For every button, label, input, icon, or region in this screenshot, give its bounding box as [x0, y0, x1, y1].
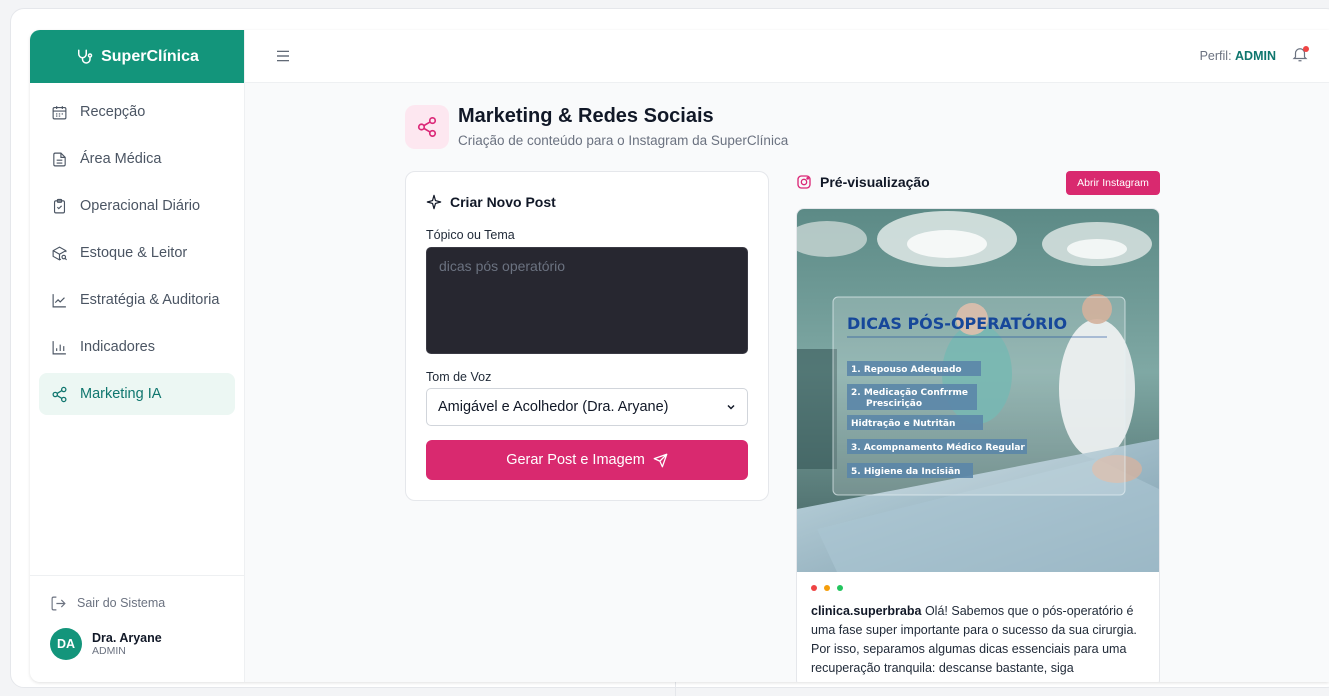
tone-select-value: Amigável e Acolhedor (Dra. Aryane): [438, 399, 669, 415]
post-username: clinica.superbraba: [811, 604, 922, 618]
instagram-icon: [797, 175, 811, 189]
stethoscope-icon: [78, 49, 93, 64]
sidebar-item-estoque[interactable]: Estoque & Leitor: [39, 232, 235, 274]
send-icon: [653, 453, 668, 467]
dot-red: [811, 585, 817, 591]
sidebar-item-indicadores[interactable]: Indicadores: [39, 326, 235, 368]
overlay-title: DICAS PÓS-OPERATÓRIO: [847, 314, 1067, 333]
overlay-tip-3: Hidtração e Nutritãn: [851, 419, 955, 429]
share-icon: [52, 386, 67, 402]
sparkle-icon: [426, 194, 442, 210]
logout-button[interactable]: Sair do Sistema: [50, 588, 245, 618]
profile-indicator: Perfil: ADMIN: [1200, 49, 1276, 63]
sidebar-item-label: Operacional Diário: [80, 198, 201, 214]
post-caption: clinica.superbraba Olá! Sabemos que o pó…: [811, 602, 1151, 678]
overlay-tip-5: 5. Higiene da Incisiãn: [851, 467, 960, 477]
tone-label: Tom de Voz: [426, 370, 492, 384]
app-window: SuperClínica Recepção Área Médica Operac…: [30, 30, 1329, 682]
page-subtitle: Criação de conteúdo para o Instagram da …: [458, 133, 789, 148]
user-name: Dra. Aryane: [92, 631, 162, 645]
sidebar-item-label: Recepção: [80, 104, 146, 120]
page-icon: [405, 105, 449, 149]
sidebar-item-recepcao[interactable]: Recepção: [39, 91, 235, 133]
dot-yellow: [824, 585, 830, 591]
sidebar-item-label: Área Médica: [80, 151, 162, 167]
calendar-icon: [52, 105, 67, 119]
post-image: DICAS PÓS-OPERATÓRIO 1. Repouso Adequado…: [797, 209, 1159, 572]
card-title: Criar Novo Post: [426, 194, 556, 210]
create-post-card: Criar Novo Post Tópico ou Tema Tom de Vo…: [405, 171, 769, 501]
generate-button-label: Gerar Post e Imagem: [506, 452, 645, 468]
overlay-tip-1: 1. Repouso Adequado: [851, 365, 962, 375]
brand-header[interactable]: SuperClínica: [30, 30, 244, 83]
sidebar-item-estrategia[interactable]: Estratégia & Auditoria: [39, 279, 235, 321]
share-icon: [417, 117, 437, 137]
sidebar-item-marketing[interactable]: Marketing IA: [39, 373, 235, 415]
topic-label: Tópico ou Tema: [426, 228, 515, 242]
sidebar-nav: Recepção Área Médica Operacional Diário …: [30, 83, 244, 415]
tone-select[interactable]: Amigável e Acolhedor (Dra. Aryane): [426, 388, 748, 426]
chevron-down-icon: [727, 404, 735, 410]
topbar: Perfil: ADMIN: [245, 30, 1329, 83]
logout-label: Sair do Sistema: [77, 596, 166, 610]
brand-name: SuperClínica: [101, 47, 199, 65]
page-title: Marketing & Redes Sociais: [458, 105, 714, 127]
sidebar-item-area-medica[interactable]: Área Médica: [39, 138, 235, 180]
preview-title: Pré-visualização: [820, 174, 930, 190]
sidebar-item-label: Estoque & Leitor: [80, 245, 188, 261]
line-chart-icon: [52, 293, 66, 307]
sidebar-item-label: Estratégia & Auditoria: [80, 292, 220, 308]
logout-icon: [51, 596, 66, 610]
sidebar-item-operacional[interactable]: Operacional Diário: [39, 185, 235, 227]
sidebar: SuperClínica Recepção Área Médica Operac…: [30, 30, 245, 682]
card-title-text: Criar Novo Post: [450, 194, 556, 210]
sidebar-item-label: Marketing IA: [80, 386, 162, 402]
topic-input[interactable]: [426, 247, 748, 354]
preview-header: Pré-visualização: [796, 174, 930, 190]
package-search-icon: [52, 245, 67, 261]
overlay-tip-2: 2. Medicação Confrrme: [851, 388, 968, 398]
document-icon: [53, 152, 66, 166]
user-role: ADMIN: [92, 645, 126, 657]
hamburger-menu-icon[interactable]: [275, 48, 291, 64]
generate-post-button[interactable]: Gerar Post e Imagem: [426, 440, 748, 480]
open-instagram-button[interactable]: Abrir Instagram: [1066, 171, 1160, 195]
user-profile[interactable]: DA Dra. Aryane ADMIN: [50, 628, 245, 660]
window-dots: [811, 585, 843, 591]
overlay-tip-4: 3. Acompnamento Médico Regular: [851, 442, 1025, 453]
post-preview-card: DICAS PÓS-OPERATÓRIO 1. Repouso Adequado…: [796, 208, 1160, 682]
dot-green: [837, 585, 843, 591]
sidebar-footer: Sair do Sistema DA Dra. Aryane ADMIN: [30, 575, 245, 660]
profile-value: ADMIN: [1235, 49, 1276, 63]
bar-chart-icon: [52, 340, 66, 354]
overlay-tip-2b: Prescirição: [866, 399, 922, 409]
profile-label: Perfil:: [1199, 49, 1232, 63]
sidebar-item-label: Indicadores: [80, 339, 155, 355]
notification-badge: [1303, 46, 1309, 52]
avatar: DA: [50, 628, 82, 660]
clipboard-check-icon: [53, 198, 66, 213]
